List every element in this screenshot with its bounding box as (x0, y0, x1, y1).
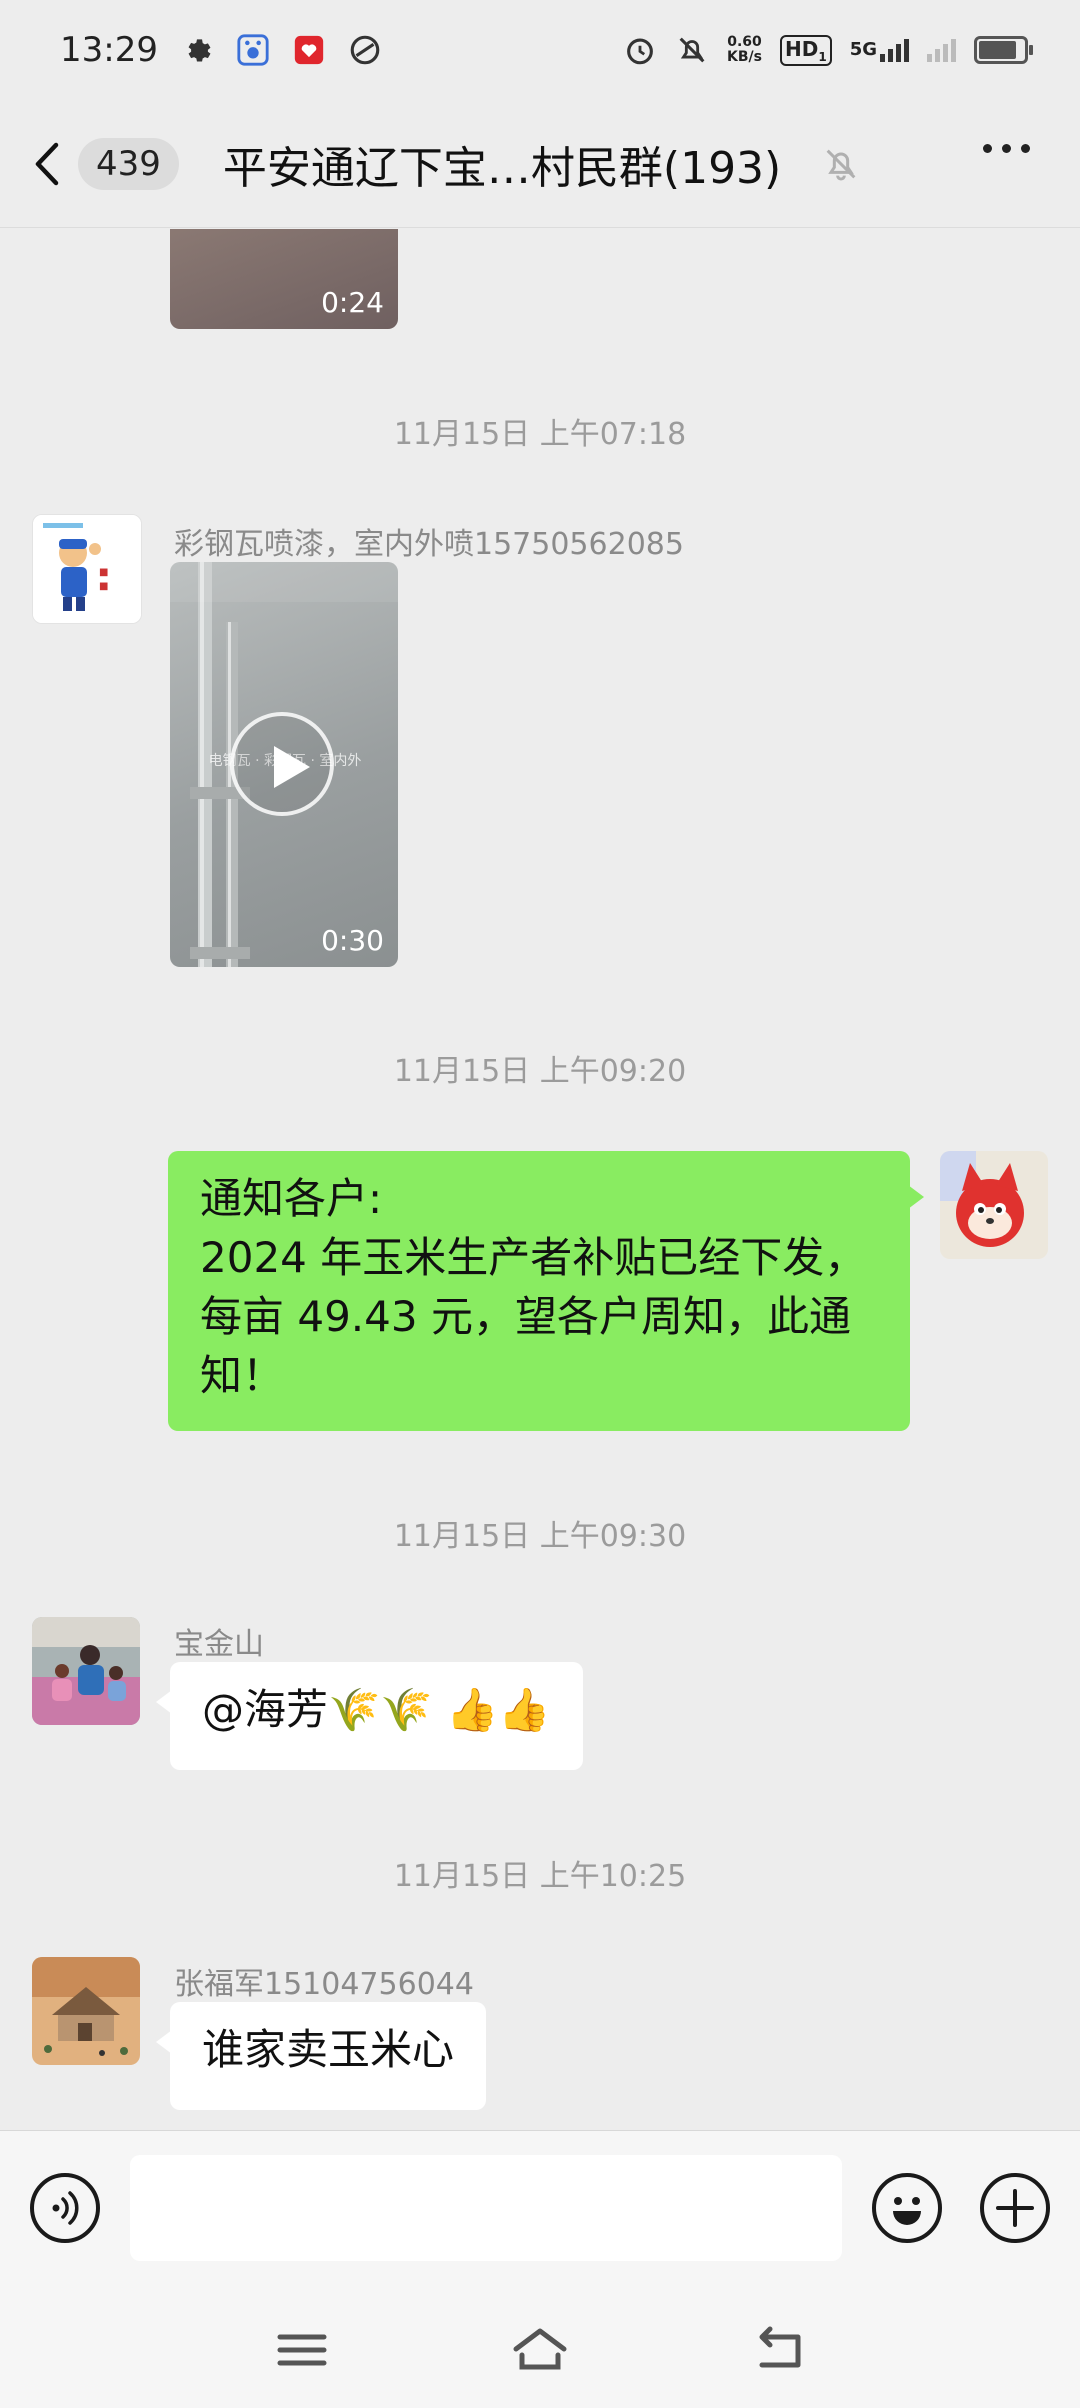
baidu-app-icon (237, 34, 269, 66)
message-bubble[interactable]: 谁家卖玉米心 (155, 2002, 487, 2110)
chat-header: 439 平安通辽下宝…村民群(193) (0, 100, 1080, 228)
sync-app-icon (350, 35, 380, 65)
alarm-icon (627, 38, 653, 65)
svg-text:■: ■ (99, 567, 108, 578)
avatar[interactable] (32, 1617, 140, 1725)
mute-status-icon (679, 37, 705, 63)
farm-scene-image (32, 1957, 140, 2065)
svg-text:■: ■ (99, 581, 108, 592)
timestamp: 11月15日 上午09:20 (393, 1054, 687, 1089)
video-message[interactable]: 电钢瓦 · 彩钢瓦 · 室内外 0:30 (170, 562, 398, 967)
red-fox-avatar-image (940, 1151, 1048, 1259)
dot-icon (1002, 144, 1011, 153)
voice-icon (52, 2191, 79, 2225)
emoji-button[interactable] (872, 2173, 942, 2243)
sender-name: 张福军15104756044 (174, 1967, 474, 2002)
chat-title: 平安通辽下宝…村民群(193) (222, 142, 782, 194)
video-message[interactable]: 0:24 (170, 229, 398, 329)
status-time: 13:29 (60, 30, 158, 70)
timestamp: 11月15日 上午10:25 (393, 1859, 687, 1894)
timestamp: 11月15日 上午09:30 (393, 1519, 687, 1554)
status-bar: 13:29 0.60 KB/s HD1 5G (0, 0, 1080, 100)
signal-5g-icon: 5G (850, 38, 909, 62)
smiley-icon (893, 2197, 921, 2225)
signal-weak-icon (927, 38, 956, 62)
dot-icon (1021, 144, 1030, 153)
hd-badge: HD1 (779, 34, 832, 66)
dot-icon (983, 144, 992, 153)
more-functions-button[interactable] (980, 2173, 1050, 2243)
sender-name: 宝金山 (174, 1627, 264, 1662)
avatar[interactable] (32, 1957, 140, 2065)
self-avatar[interactable] (940, 1151, 1048, 1259)
voice-input-button[interactable] (30, 2173, 100, 2243)
message-list[interactable]: 0:24 11月15日 上午07:18 ■ ■ 彩钢瓦喷漆，室内外喷157505… (0, 229, 1080, 2129)
system-nav-bar (0, 2289, 1080, 2408)
video-duration: 0:24 (321, 286, 384, 319)
back-nav-icon[interactable] (750, 2325, 810, 2375)
menu-icon[interactable] (272, 2325, 332, 2375)
plus-icon (996, 2189, 1034, 2227)
message-bubble-self[interactable]: 通知各户: 2024 年玉米生产者补贴已经下发， 每亩 49.43 元，望各户周… (168, 1151, 924, 1431)
chat-screen: 13:29 0.60 KB/s HD1 5G 439 平安通辽下宝…村民群(19… (0, 0, 1080, 2408)
play-icon[interactable] (230, 712, 334, 816)
message-bubble[interactable]: @海芳🌾🌾 👍👍 (156, 1662, 583, 1770)
battery-icon (974, 36, 1033, 64)
unread-count-badge: 439 (78, 137, 179, 190)
muted-bell-icon (826, 149, 856, 180)
group-photo-image (32, 1617, 140, 1725)
chevron-left-icon (35, 142, 59, 185)
video-duration: 0:30 (321, 924, 384, 957)
input-bar (0, 2130, 1080, 2289)
settings-icon (188, 39, 211, 62)
net-speed: 0.60 KB/s (727, 34, 762, 65)
sender-name: 彩钢瓦喷漆，室内外喷15750562085 (174, 527, 684, 562)
timestamp: 11月15日 上午07:18 (393, 417, 687, 452)
red-app-icon (294, 35, 324, 65)
home-icon[interactable] (510, 2325, 570, 2375)
avatar[interactable]: ■ ■ (32, 514, 142, 624)
worker-mascot-image: ■ ■ (33, 515, 141, 623)
message-input[interactable] (130, 2155, 842, 2261)
back-button[interactable]: 439 (30, 137, 179, 190)
more-options-button[interactable] (983, 144, 1030, 153)
